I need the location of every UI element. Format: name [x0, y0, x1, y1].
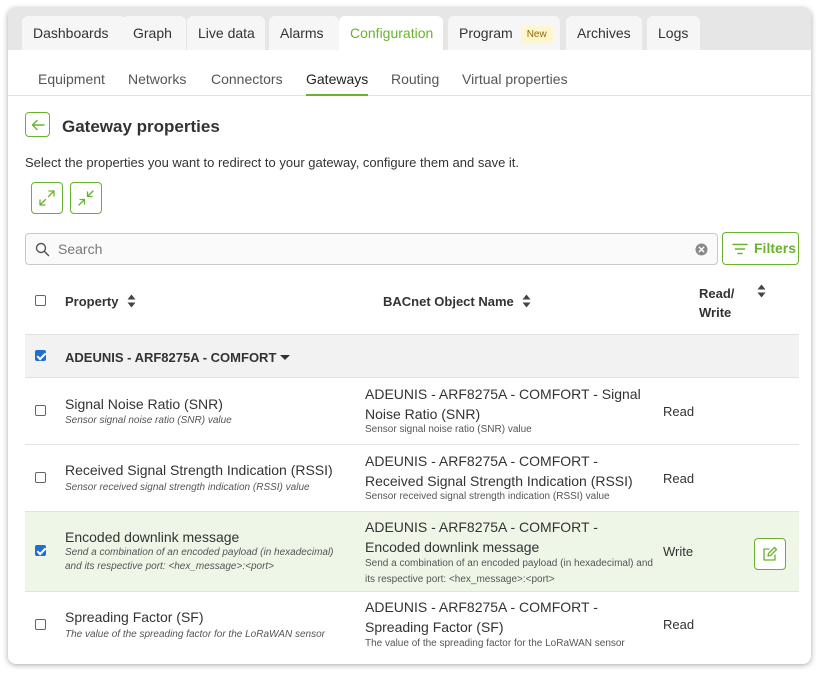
- tab-alarms[interactable]: Alarms: [269, 16, 339, 50]
- tab-label: Logs: [658, 25, 689, 41]
- tab-graph[interactable]: Graph: [122, 16, 186, 50]
- page-description: Select the properties you want to redire…: [25, 155, 520, 170]
- new-badge: New: [520, 26, 553, 43]
- expand-icon: [39, 190, 55, 206]
- collapse-all-button[interactable]: [70, 182, 102, 214]
- bacnet-object-description: Sensor received signal strength indicati…: [365, 491, 610, 502]
- search-input[interactable]: [58, 234, 688, 264]
- column-header-bacnet[interactable]: BACnet Object Name: [383, 294, 531, 309]
- tab-label: Configuration: [350, 25, 434, 41]
- page-title: Gateway properties: [62, 117, 220, 136]
- property-name: Encoded downlink message: [65, 529, 240, 545]
- search-box: [25, 233, 718, 265]
- property-description: Sensor received signal strength indicati…: [65, 482, 310, 493]
- bacnet-object-name: ADEUNIS - ARF8275A - COMFORT - Encoded d…: [365, 519, 598, 555]
- expand-all-button[interactable]: [31, 182, 63, 214]
- group-row[interactable]: ADEUNIS - ARF8275A - COMFORT: [25, 334, 799, 378]
- select-all-checkbox[interactable]: [35, 295, 46, 306]
- group-checkbox[interactable]: [35, 350, 46, 361]
- bacnet-object-description: The value of the spreading factor for th…: [365, 638, 625, 649]
- tab-dashboards[interactable]: Dashboards: [22, 16, 126, 50]
- property-name: Received Signal Strength Indication (RSS…: [65, 462, 333, 478]
- tab-label: Alarms: [280, 25, 324, 41]
- column-header-label: Write: [699, 305, 732, 320]
- bacnet-object-description: Send a combination of an encoded payload…: [365, 558, 653, 585]
- table-row[interactable]: Spreading Factor (SF) The value of the s…: [25, 592, 799, 658]
- bacnet-object-name: ADEUNIS - ARF8275A - COMFORT - Received …: [365, 453, 633, 489]
- table-row[interactable]: Encoded downlink message Send a combinat…: [25, 512, 799, 592]
- filter-icon: [732, 243, 748, 255]
- property-name: Spreading Factor (SF): [65, 609, 204, 625]
- edit-icon: [763, 546, 778, 561]
- subtab-connectors[interactable]: Connectors: [211, 50, 283, 96]
- row-checkbox[interactable]: [35, 619, 46, 630]
- bacnet-object-name: ADEUNIS - ARF8275A - COMFORT - Signal No…: [365, 386, 641, 422]
- row-checkbox[interactable]: [35, 472, 46, 483]
- clear-search-icon[interactable]: [695, 243, 708, 256]
- tab-program[interactable]: Program New: [448, 16, 560, 50]
- search-icon: [35, 242, 50, 257]
- sort-icon[interactable]: [757, 284, 766, 298]
- subtab-gateways[interactable]: Gateways: [306, 50, 369, 96]
- sort-icon: [522, 294, 531, 308]
- main-tab-bar: Dashboards Graph Live data Alarms Config…: [8, 8, 811, 50]
- sort-icon: [127, 294, 136, 308]
- sub-tab-bar: Equipment Networks Connectors Gateways R…: [8, 50, 811, 96]
- subtab-virtual-properties[interactable]: Virtual properties: [462, 50, 568, 96]
- column-header-label: BACnet Object Name: [383, 294, 514, 309]
- row-checkbox[interactable]: [35, 545, 46, 556]
- arrow-left-icon: [31, 119, 45, 130]
- filters-button[interactable]: Filters: [722, 232, 799, 265]
- column-header-label: Read/: [699, 286, 735, 301]
- group-name: ADEUNIS - ARF8275A - COMFORT: [65, 350, 277, 365]
- tab-label: Live data: [198, 25, 255, 41]
- bacnet-object-name: ADEUNIS - ARF8275A - COMFORT - Spreading…: [365, 599, 598, 635]
- column-header-read-write[interactable]: Read/ Write: [699, 284, 734, 322]
- table-row[interactable]: Signal Noise Ratio (SNR) Sensor signal n…: [25, 378, 799, 445]
- tab-label: Dashboards: [33, 25, 109, 41]
- bacnet-object-description: Sensor signal noise ratio (SNR) value: [365, 424, 532, 435]
- read-write-value: Read: [663, 404, 695, 419]
- column-header-property[interactable]: Property: [65, 294, 136, 309]
- tab-configuration[interactable]: Configuration: [339, 16, 443, 50]
- tab-label: Graph: [133, 25, 172, 41]
- property-description: Send a combination of an encoded payload…: [65, 547, 334, 572]
- read-write-value: Write: [663, 544, 694, 559]
- chevron-down-icon: [280, 355, 291, 360]
- table-row[interactable]: Received Signal Strength Indication (RSS…: [25, 445, 799, 512]
- app-window: Dashboards Graph Live data Alarms Config…: [8, 8, 811, 664]
- subtab-networks[interactable]: Networks: [128, 50, 186, 96]
- tab-live-data[interactable]: Live data: [187, 16, 265, 50]
- property-description: The value of the spreading factor for th…: [65, 629, 325, 640]
- back-button[interactable]: [25, 112, 50, 137]
- column-header-label: Property: [65, 294, 119, 309]
- row-checkbox[interactable]: [35, 405, 46, 416]
- edit-button[interactable]: [754, 538, 786, 570]
- tab-archives[interactable]: Archives: [566, 16, 642, 50]
- tab-logs[interactable]: Logs: [647, 16, 700, 50]
- filters-label: Filters: [754, 240, 797, 256]
- property-name: Signal Noise Ratio (SNR): [65, 396, 223, 412]
- tab-label: Archives: [577, 25, 631, 41]
- property-description: Sensor signal noise ratio (SNR) value: [65, 415, 232, 426]
- subtab-routing[interactable]: Routing: [391, 50, 439, 96]
- group-label[interactable]: ADEUNIS - ARF8275A - COMFORT: [65, 350, 291, 365]
- read-write-value: Read: [663, 471, 695, 486]
- tab-label: Program: [459, 25, 513, 41]
- collapse-icon: [78, 190, 94, 206]
- read-write-value: Read: [663, 617, 695, 632]
- subtab-equipment[interactable]: Equipment: [38, 50, 105, 96]
